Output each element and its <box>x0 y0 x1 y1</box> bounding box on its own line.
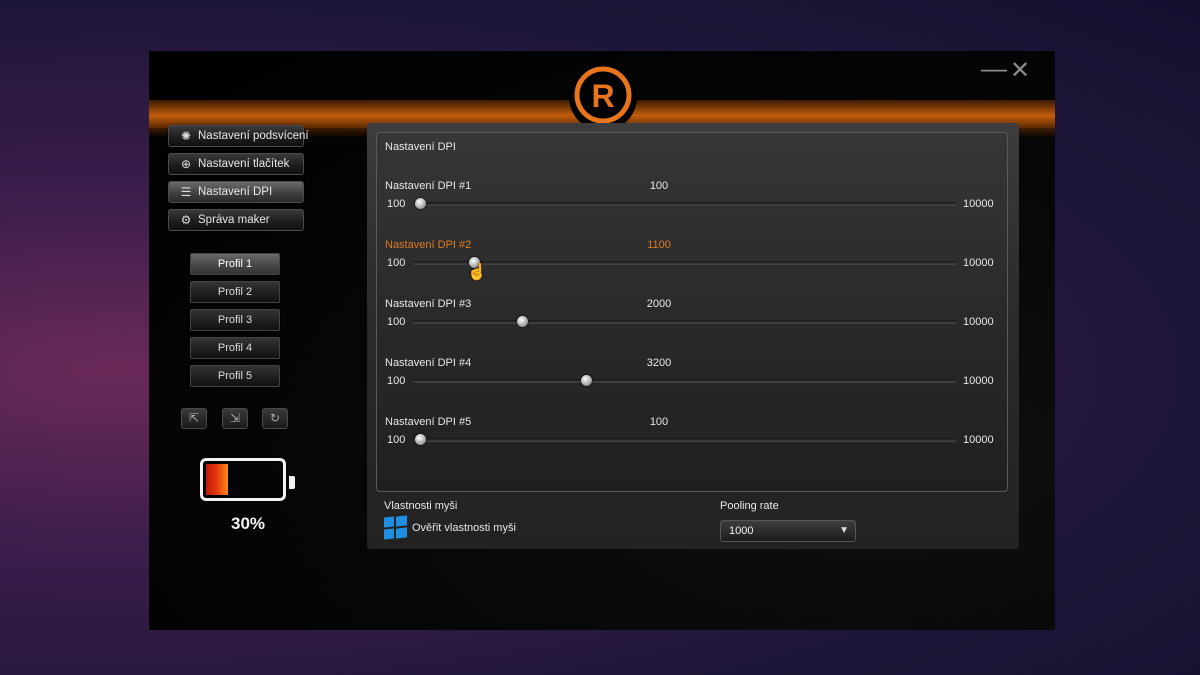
dpi-row-max: 10000 <box>963 375 994 387</box>
dpi-row-label: Nastavení DPI #1 <box>385 180 472 192</box>
dpi-row-label: Nastavení DPI #3 <box>385 298 472 310</box>
nav-item-label: Nastavení tlačítek <box>198 158 290 170</box>
nav-item-label: Nastavení DPI <box>198 186 273 198</box>
dpi-slider-thumb[interactable] <box>415 434 426 445</box>
nav-item-2[interactable]: ⊕ Nastavení tlačítek <box>168 153 304 175</box>
battery-indicator <box>200 458 286 501</box>
dpi-row-label: Nastavení DPI #5 <box>385 416 472 428</box>
crosshair-icon: ⊕ <box>180 157 192 171</box>
dpi-row-min: 100 <box>387 434 406 446</box>
dpi-row-max: 10000 <box>963 198 994 210</box>
dpi-row-max: 10000 <box>963 316 994 328</box>
dpi-slider-track[interactable] <box>413 257 957 268</box>
logo-letter: R <box>591 78 614 114</box>
import-icon[interactable]: ⇲ <box>222 408 248 429</box>
dropdown-arrow-icon: ▼ <box>839 525 849 536</box>
app-window: R — ✕ ✺ Nastavení podsvícení ⊕ Nastavení tl… <box>149 51 1055 630</box>
export-icon[interactable]: ⇱ <box>181 408 207 429</box>
dpi-row-min: 100 <box>387 375 406 387</box>
profile-button-3[interactable]: Profil 3 <box>190 309 280 331</box>
dpi-row-min: 100 <box>387 198 406 210</box>
profile-button-1[interactable]: Profil 1 <box>190 253 280 275</box>
dpi-settings-box: Nastavení DPI Nastavení DPI #1 100 100 1000… <box>376 132 1008 492</box>
dpi-row-max: 10000 <box>963 257 994 269</box>
dpi-slider-thumb[interactable] <box>415 198 426 209</box>
dpi-slider-track[interactable] <box>413 316 957 327</box>
dpi-section-title: Nastavení DPI <box>385 141 456 153</box>
nav-item-4[interactable]: ⚙ Správa maker <box>168 209 304 231</box>
close-icon[interactable]: ✕ <box>1010 56 1030 85</box>
mouse-properties-title: Vlastnosti myši <box>384 500 458 512</box>
dpi-slider-track[interactable] <box>413 375 957 386</box>
dpi-slider-thumb[interactable] <box>580 375 592 386</box>
battery-fill <box>206 464 228 495</box>
dpi-row-value: 1100 <box>647 239 671 251</box>
nav-item-label: Nastavení podsvícení <box>198 130 309 142</box>
reset-icon[interactable]: ↻ <box>262 408 288 429</box>
dpi-row-value: 3200 <box>646 357 672 369</box>
battery-percentage: 30% <box>230 514 266 533</box>
sliders-icon: ☰ <box>180 185 192 199</box>
check-mouse-properties-link[interactable]: Ověřit vlastnosti myši <box>412 522 516 534</box>
profile-button-2[interactable]: Profil 2 <box>190 281 280 303</box>
dpi-row-min: 100 <box>387 316 406 328</box>
dpi-panel: Nastavení DPI Nastavení DPI #1 100 100 1000… <box>367 123 1019 549</box>
dpi-row-label: Nastavení DPI #2 <box>385 239 472 251</box>
dpi-slider-track[interactable] <box>413 198 957 209</box>
dpi-row-value: 2000 <box>646 298 672 310</box>
dpi-row-max: 10000 <box>963 434 994 446</box>
polling-rate-label: Pooling rate <box>720 500 779 512</box>
dpi-row-min: 100 <box>387 257 406 269</box>
hand-cursor-icon: ☝ <box>467 264 487 281</box>
nav-item-label: Správa maker <box>198 214 270 226</box>
profile-button-5[interactable]: Profil 5 <box>190 365 280 387</box>
dpi-row-value: 100 <box>649 180 669 192</box>
minimize-icon[interactable]: — <box>981 53 1007 84</box>
profile-button-4[interactable]: Profil 4 <box>190 337 280 359</box>
dpi-row-value: 100 <box>649 416 669 428</box>
dpi-slider-thumb[interactable] <box>516 316 528 327</box>
dpi-slider-track[interactable] <box>413 434 957 445</box>
polling-rate-value: 1000 <box>729 525 754 537</box>
dpi-row-label: Nastavení DPI #4 <box>385 357 472 369</box>
nav-item-1[interactable]: ✺ Nastavení podsvícení <box>168 125 309 147</box>
battery-tip <box>289 476 295 489</box>
sun-icon: ✺ <box>180 129 192 143</box>
nav-item-3[interactable]: ☰ Nastavení DPI <box>168 181 304 203</box>
gear-icon: ⚙ <box>180 213 192 227</box>
polling-rate-select[interactable]: 1000 ▼ <box>720 520 856 542</box>
windows-logo-icon[interactable] <box>384 515 407 540</box>
